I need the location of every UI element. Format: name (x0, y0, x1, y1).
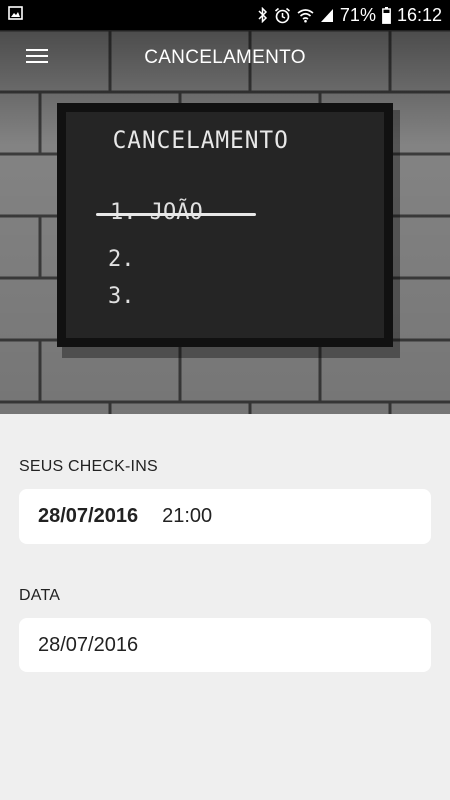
wifi-icon (297, 8, 314, 23)
date-field[interactable]: 28/07/2016 (19, 618, 431, 672)
checkins-section-label: SEUS CHECK-INS (19, 458, 158, 475)
hero-image: CANCELAMENTO 1. JOÃO 2. 3. (0, 30, 450, 414)
date-value: 28/07/2016 (38, 633, 139, 656)
bluetooth-icon (257, 7, 268, 23)
chalkboard-line-3: 3. (108, 284, 135, 309)
signal-icon (320, 8, 334, 23)
battery-icon (382, 6, 391, 24)
brick-wall-background (0, 30, 450, 414)
checkin-date: 28/07/2016 (38, 505, 139, 527)
status-time: 16:12 (396, 4, 442, 25)
chalkboard-heading: CANCELAMENTO (112, 126, 289, 154)
gallery-icon (8, 5, 23, 25)
hamburger-menu-icon (26, 48, 48, 69)
app-bar: CANCELAMENTO (0, 30, 450, 86)
battery-percent: 71% (339, 4, 376, 25)
chalkboard-strikethrough (96, 213, 256, 216)
checkin-time: 21:00 (162, 505, 213, 527)
date-section-label: DATA (19, 587, 61, 604)
alarm-icon (274, 7, 291, 24)
menu-button[interactable] (0, 30, 74, 86)
status-bar: 71% 16:12 (0, 0, 450, 30)
chalkboard-line-2: 2. (108, 247, 135, 272)
checkin-card[interactable]: 28/07/2016 21:00 (19, 489, 431, 544)
